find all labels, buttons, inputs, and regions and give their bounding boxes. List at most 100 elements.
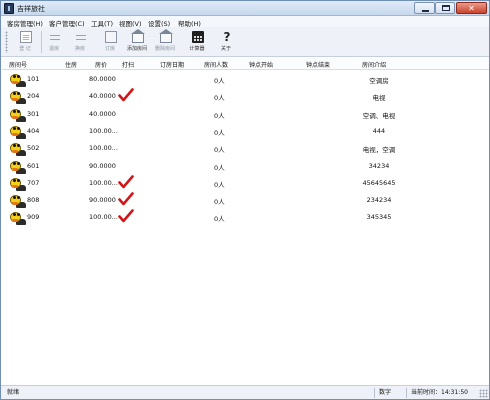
status-ready: 就绪 <box>7 389 20 396</box>
close-icon: ✕ <box>468 4 475 13</box>
resize-grip[interactable] <box>479 389 488 398</box>
room-intro-cell: 电视，空调 <box>362 146 396 155</box>
table-header: 房间号 住房 房价 打扫 订房日期 房间人数 钟点开始 钟点结束 房间介绍 <box>2 58 489 70</box>
room-intro-cell: 345345 <box>366 213 392 222</box>
col-hourly-start[interactable]: 钟点开始 <box>249 60 273 69</box>
guest-avatar-icon <box>10 210 26 226</box>
calculator-icon <box>192 31 204 43</box>
table-row[interactable]: 808 90.0000 0人 234234 <box>2 192 489 209</box>
room-intro-cell: 234234 <box>366 196 392 205</box>
table-row[interactable]: 909 100.00... 0人 345345 <box>2 209 489 226</box>
main-window: 吉祥旅社 ✕ 客房管理(H) 客户管理(C) 工具(T) 视图(V) 设置(S)… <box>0 0 490 400</box>
col-booking-date[interactable]: 订房日期 <box>160 60 184 69</box>
checkout-icon <box>49 31 61 43</box>
table-row[interactable]: 101 80.0000 0人 空调房 <box>2 71 489 88</box>
about-label: 关于 <box>220 46 231 52</box>
col-guest-count[interactable]: 房间人数 <box>204 60 228 69</box>
room-price-cell: 100.00... <box>89 144 118 153</box>
toolbar: 登 记 退房 换房 订房 添加房间 删除房间 计算器 ? 关于 <box>1 27 489 57</box>
room-intro-cell: 电视 <box>372 94 386 103</box>
status-bar: 就绪 数字 当前时间：14:31:50 <box>1 385 489 399</box>
room-intro-cell: 34234 <box>368 161 390 170</box>
room-number-cell: 204 <box>27 92 40 101</box>
room-number-cell: 502 <box>27 144 40 153</box>
guest-avatar-icon <box>10 89 26 105</box>
room-number-cell: 101 <box>27 75 40 83</box>
col-cleaned[interactable]: 打扫 <box>122 60 134 69</box>
add-room-button[interactable]: 添加房间 <box>124 29 150 55</box>
guest-count-cell: 0人 <box>214 111 225 120</box>
room-number-cell: 808 <box>27 196 40 205</box>
guest-count-cell: 0人 <box>214 163 225 172</box>
room-price-cell: 80.0000 <box>89 75 116 83</box>
room-price-cell: 40.0000 <box>89 109 116 118</box>
guest-count-cell: 0人 <box>214 94 225 103</box>
table-row[interactable]: 301 40.0000 0人 空调、电视 <box>2 106 489 123</box>
table-row[interactable]: 601 90.0000 0人 34234 <box>2 158 489 175</box>
room-number-cell: 601 <box>27 161 40 170</box>
guest-count-cell: 0人 <box>214 146 225 155</box>
app-icon <box>4 3 14 14</box>
guest-count-cell: 0人 <box>214 77 225 85</box>
guest-avatar-icon <box>10 176 26 191</box>
col-occupancy[interactable]: 住房 <box>65 60 77 69</box>
cleaned-checkmark-icon <box>118 88 134 102</box>
status-num-mode: 数字 <box>374 388 404 398</box>
room-intro-cell: 444 <box>372 126 386 135</box>
cleaned-checkmark-icon <box>118 174 134 189</box>
change-room-button[interactable]: 换房 <box>67 29 93 55</box>
guest-count-cell: 0人 <box>214 215 225 224</box>
table-row[interactable]: 204 40.0000 0人 电视 <box>2 88 489 105</box>
delete-room-label: 删除房间 <box>154 46 175 52</box>
col-price[interactable]: 房价 <box>95 60 107 69</box>
guest-count-cell: 0人 <box>214 198 225 207</box>
guest-count-cell: 0人 <box>214 128 225 137</box>
about-button[interactable]: ? 关于 <box>213 29 239 55</box>
register-icon <box>20 31 32 43</box>
booking-card-icon <box>105 31 117 43</box>
maximize-icon <box>442 5 450 11</box>
change-room-label: 换房 <box>74 46 85 52</box>
about-question-icon: ? <box>223 30 231 44</box>
window-title: 吉祥旅社 <box>17 5 45 13</box>
room-number-cell: 404 <box>27 126 40 135</box>
guest-avatar-icon <box>10 107 26 122</box>
room-price-cell: 90.0000 <box>89 161 116 170</box>
guest-avatar-icon <box>10 72 26 87</box>
guest-avatar-icon <box>10 141 26 157</box>
maximize-button[interactable] <box>435 2 455 14</box>
room-price-cell: 90.0000 <box>89 196 116 205</box>
close-button[interactable]: ✕ <box>456 2 487 14</box>
room-price-cell: 100.00... <box>89 126 118 135</box>
room-number-cell: 707 <box>27 178 40 187</box>
guest-avatar-icon <box>10 159 26 174</box>
menu-bar: 客房管理(H) 客户管理(C) 工具(T) 视图(V) 设置(S) 帮助(H) <box>1 16 489 28</box>
add-room-house-icon <box>131 29 145 43</box>
room-intro-cell: 空调、电视 <box>362 111 396 120</box>
delete-room-button[interactable]: 删除房间 <box>152 29 178 55</box>
col-hourly-end[interactable]: 钟点结束 <box>306 60 330 69</box>
cleaned-checkmark-icon <box>118 209 134 223</box>
title-bar[interactable]: 吉祥旅社 ✕ <box>1 1 489 16</box>
guest-avatar-icon <box>10 124 26 139</box>
minimize-icon <box>422 10 429 12</box>
minimize-button[interactable] <box>414 2 435 14</box>
table-row[interactable]: 707 100.00... 0人 45645645 <box>2 174 489 192</box>
table-row[interactable]: 502 100.00... 0人 电视，空调 <box>2 140 489 157</box>
col-room-intro[interactable]: 房间介绍 <box>362 60 386 69</box>
guest-avatar-icon <box>10 193 26 209</box>
room-price-cell: 100.00... <box>89 178 118 187</box>
table-row[interactable]: 404 100.00... 0人 444 <box>2 123 489 140</box>
room-number-cell: 301 <box>27 109 40 118</box>
calculator-button[interactable]: 计算器 <box>184 29 210 55</box>
status-clock: 当前时间：14:31:50 <box>406 388 480 398</box>
guest-count-cell: 0人 <box>214 180 225 189</box>
delete-room-house-icon <box>159 29 173 43</box>
room-intro-cell: 45645645 <box>362 178 396 187</box>
change-room-icon <box>75 31 87 43</box>
register-button[interactable]: 登 记 <box>12 29 38 55</box>
room-intro-cell: 空调房 <box>369 77 389 85</box>
room-price-cell: 100.00... <box>89 213 118 222</box>
cleaned-checkmark-icon <box>118 192 134 206</box>
col-room-number[interactable]: 房间号 <box>9 60 27 69</box>
